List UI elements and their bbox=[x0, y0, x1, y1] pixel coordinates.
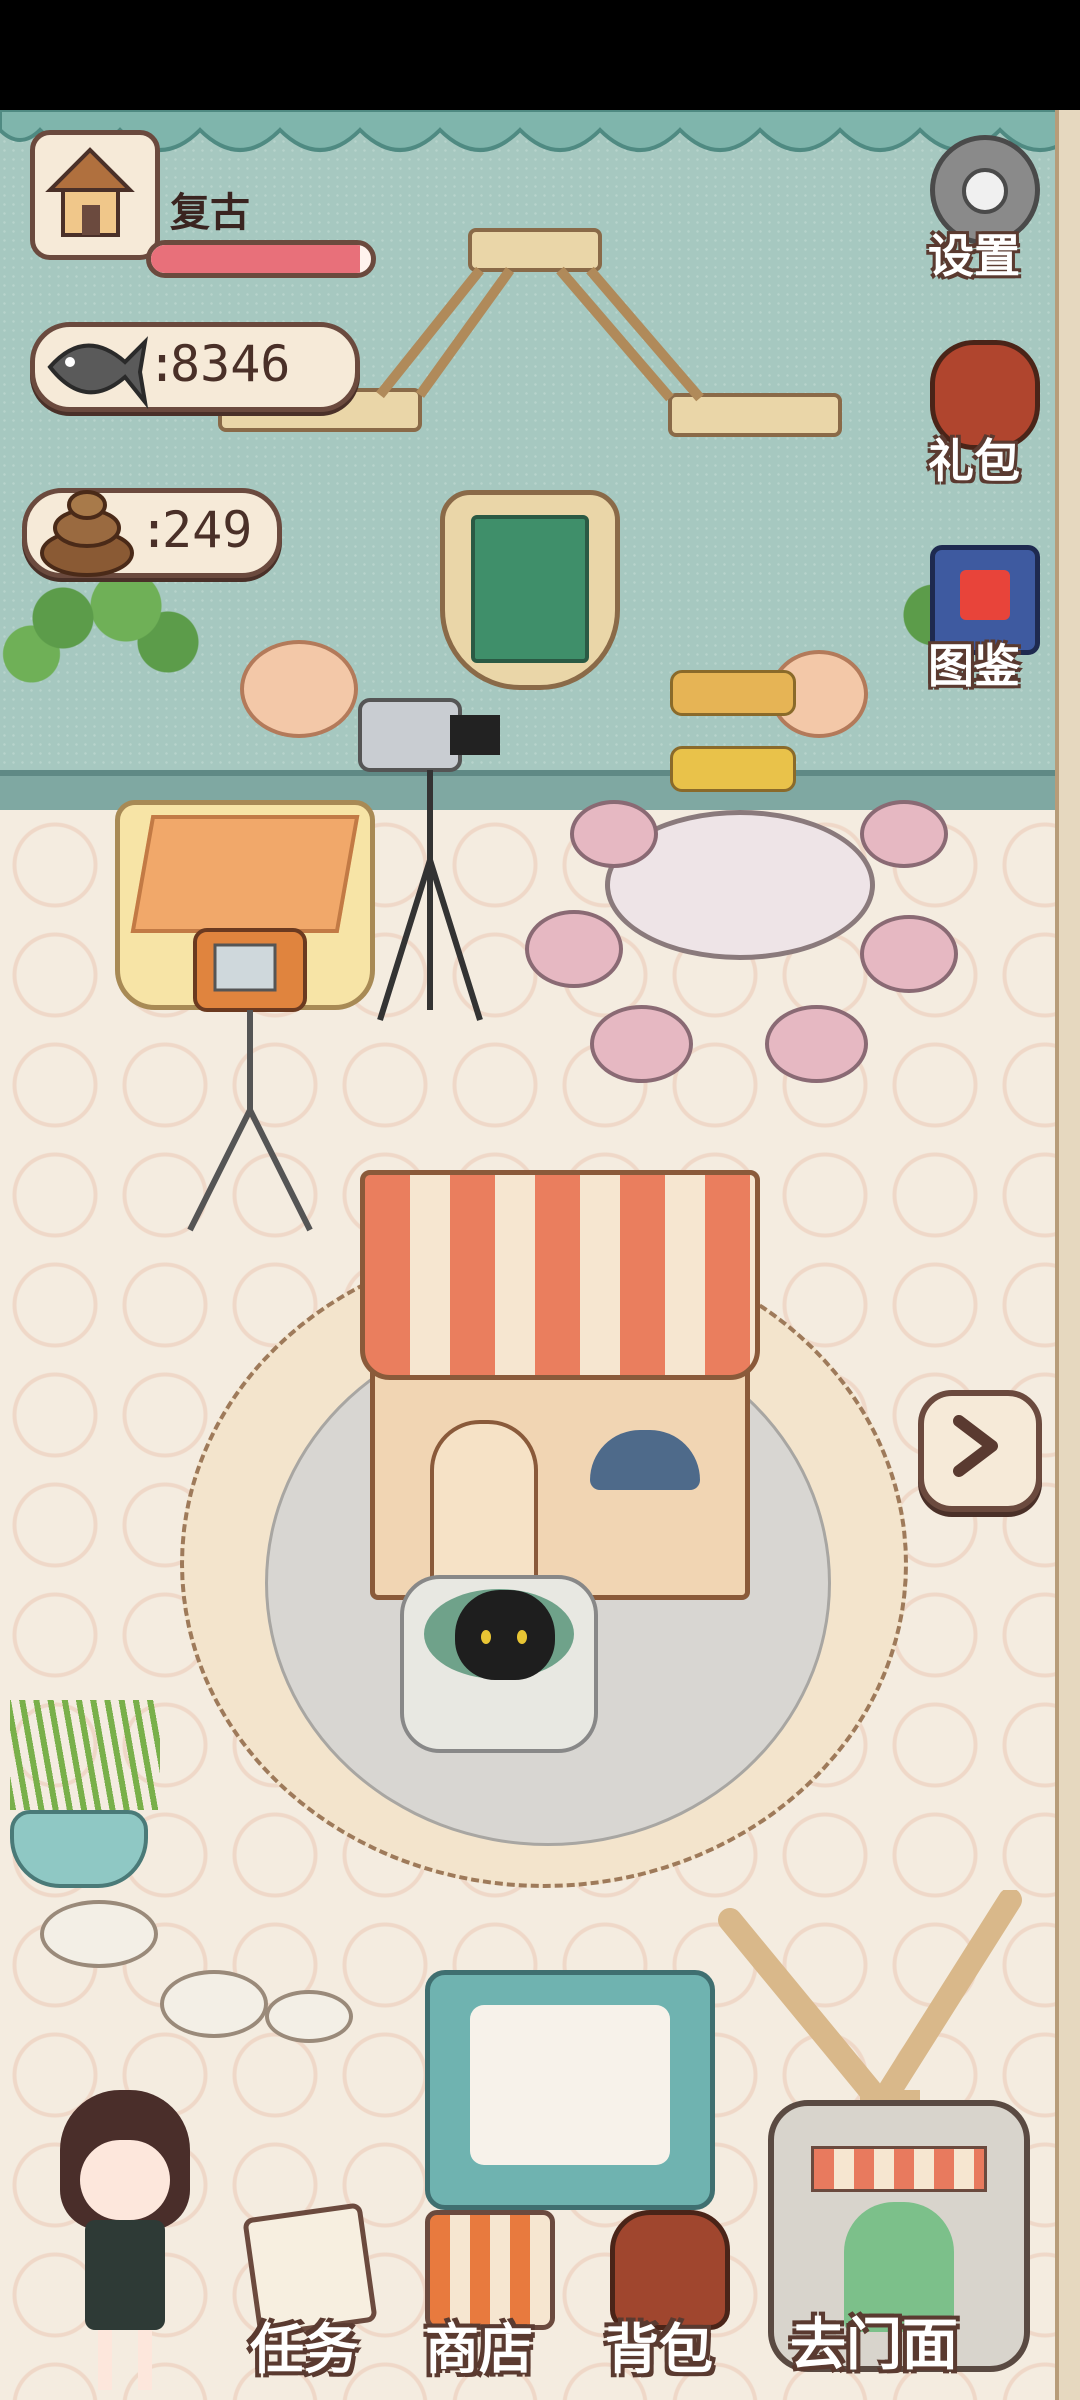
hanging-plant-left bbox=[0, 570, 210, 690]
fish-icon bbox=[47, 336, 149, 410]
stool[interactable] bbox=[590, 1005, 693, 1083]
fish-count: 8346 bbox=[170, 335, 291, 393]
shop-button[interactable]: 商店 bbox=[415, 2210, 555, 2385]
catalog-button[interactable]: 图鉴 bbox=[920, 545, 1040, 693]
poop-counter[interactable]: : 249 bbox=[22, 488, 282, 578]
black-cat[interactable] bbox=[455, 1590, 555, 1680]
food-bowl[interactable] bbox=[40, 1900, 158, 1968]
shop-label: 商店 bbox=[425, 2318, 533, 2381]
room-header[interactable]: 复古 bbox=[30, 130, 376, 278]
tasks-button[interactable]: 任务 bbox=[242, 2202, 378, 2385]
room-progress-fill bbox=[151, 245, 360, 273]
settings-button[interactable]: 设置 bbox=[920, 135, 1040, 283]
food-bowl[interactable] bbox=[160, 1970, 268, 2038]
tasks-label: 任务 bbox=[250, 2318, 358, 2381]
go-storefront-button[interactable]: 去门面 bbox=[768, 2100, 1030, 2390]
room-progress-bar bbox=[146, 240, 376, 278]
right-edge-panel bbox=[1055, 110, 1080, 2400]
poop-count: 249 bbox=[162, 501, 253, 559]
backpack-label: 背包 bbox=[605, 2318, 713, 2381]
cat-grass-pot[interactable] bbox=[10, 1700, 160, 1888]
stool[interactable] bbox=[525, 910, 623, 988]
cat-house[interactable] bbox=[360, 1170, 760, 1630]
room-name: 复古 bbox=[170, 190, 250, 236]
gift-pack-label: 礼包 bbox=[928, 434, 1020, 488]
gift-pack-button[interactable]: 礼包 bbox=[920, 340, 1040, 488]
game-scene[interactable]: 复古 : 8346 : 249 设置 礼包 图鉴 任务 商店 背包 去门面 bbox=[0, 110, 1080, 2400]
arrow-right-icon bbox=[953, 1415, 998, 1477]
stool[interactable] bbox=[860, 800, 948, 868]
fish-counter[interactable]: : 8346 bbox=[30, 322, 360, 412]
shopkeeper-girl[interactable] bbox=[40, 2070, 210, 2400]
cat-photo-frame[interactable] bbox=[440, 490, 620, 690]
status-bar bbox=[0, 0, 1080, 110]
dessert-stand[interactable] bbox=[670, 670, 800, 840]
catalog-label: 图鉴 bbox=[928, 639, 1020, 693]
stool[interactable] bbox=[570, 800, 658, 868]
poop-icon bbox=[40, 490, 134, 577]
go-storefront-label: 去门面 bbox=[790, 2313, 958, 2378]
cat-cushion[interactable] bbox=[425, 1970, 715, 2210]
stool[interactable] bbox=[765, 1005, 868, 1083]
house-icon[interactable] bbox=[30, 130, 160, 260]
next-room-button[interactable] bbox=[918, 1390, 1042, 1512]
food-bowl[interactable] bbox=[265, 1990, 353, 2043]
backpack-button[interactable]: 背包 bbox=[595, 2210, 735, 2385]
settings-label: 设置 bbox=[928, 229, 1020, 283]
stool[interactable] bbox=[860, 915, 958, 993]
orange-camera-tripod[interactable] bbox=[180, 910, 340, 1240]
